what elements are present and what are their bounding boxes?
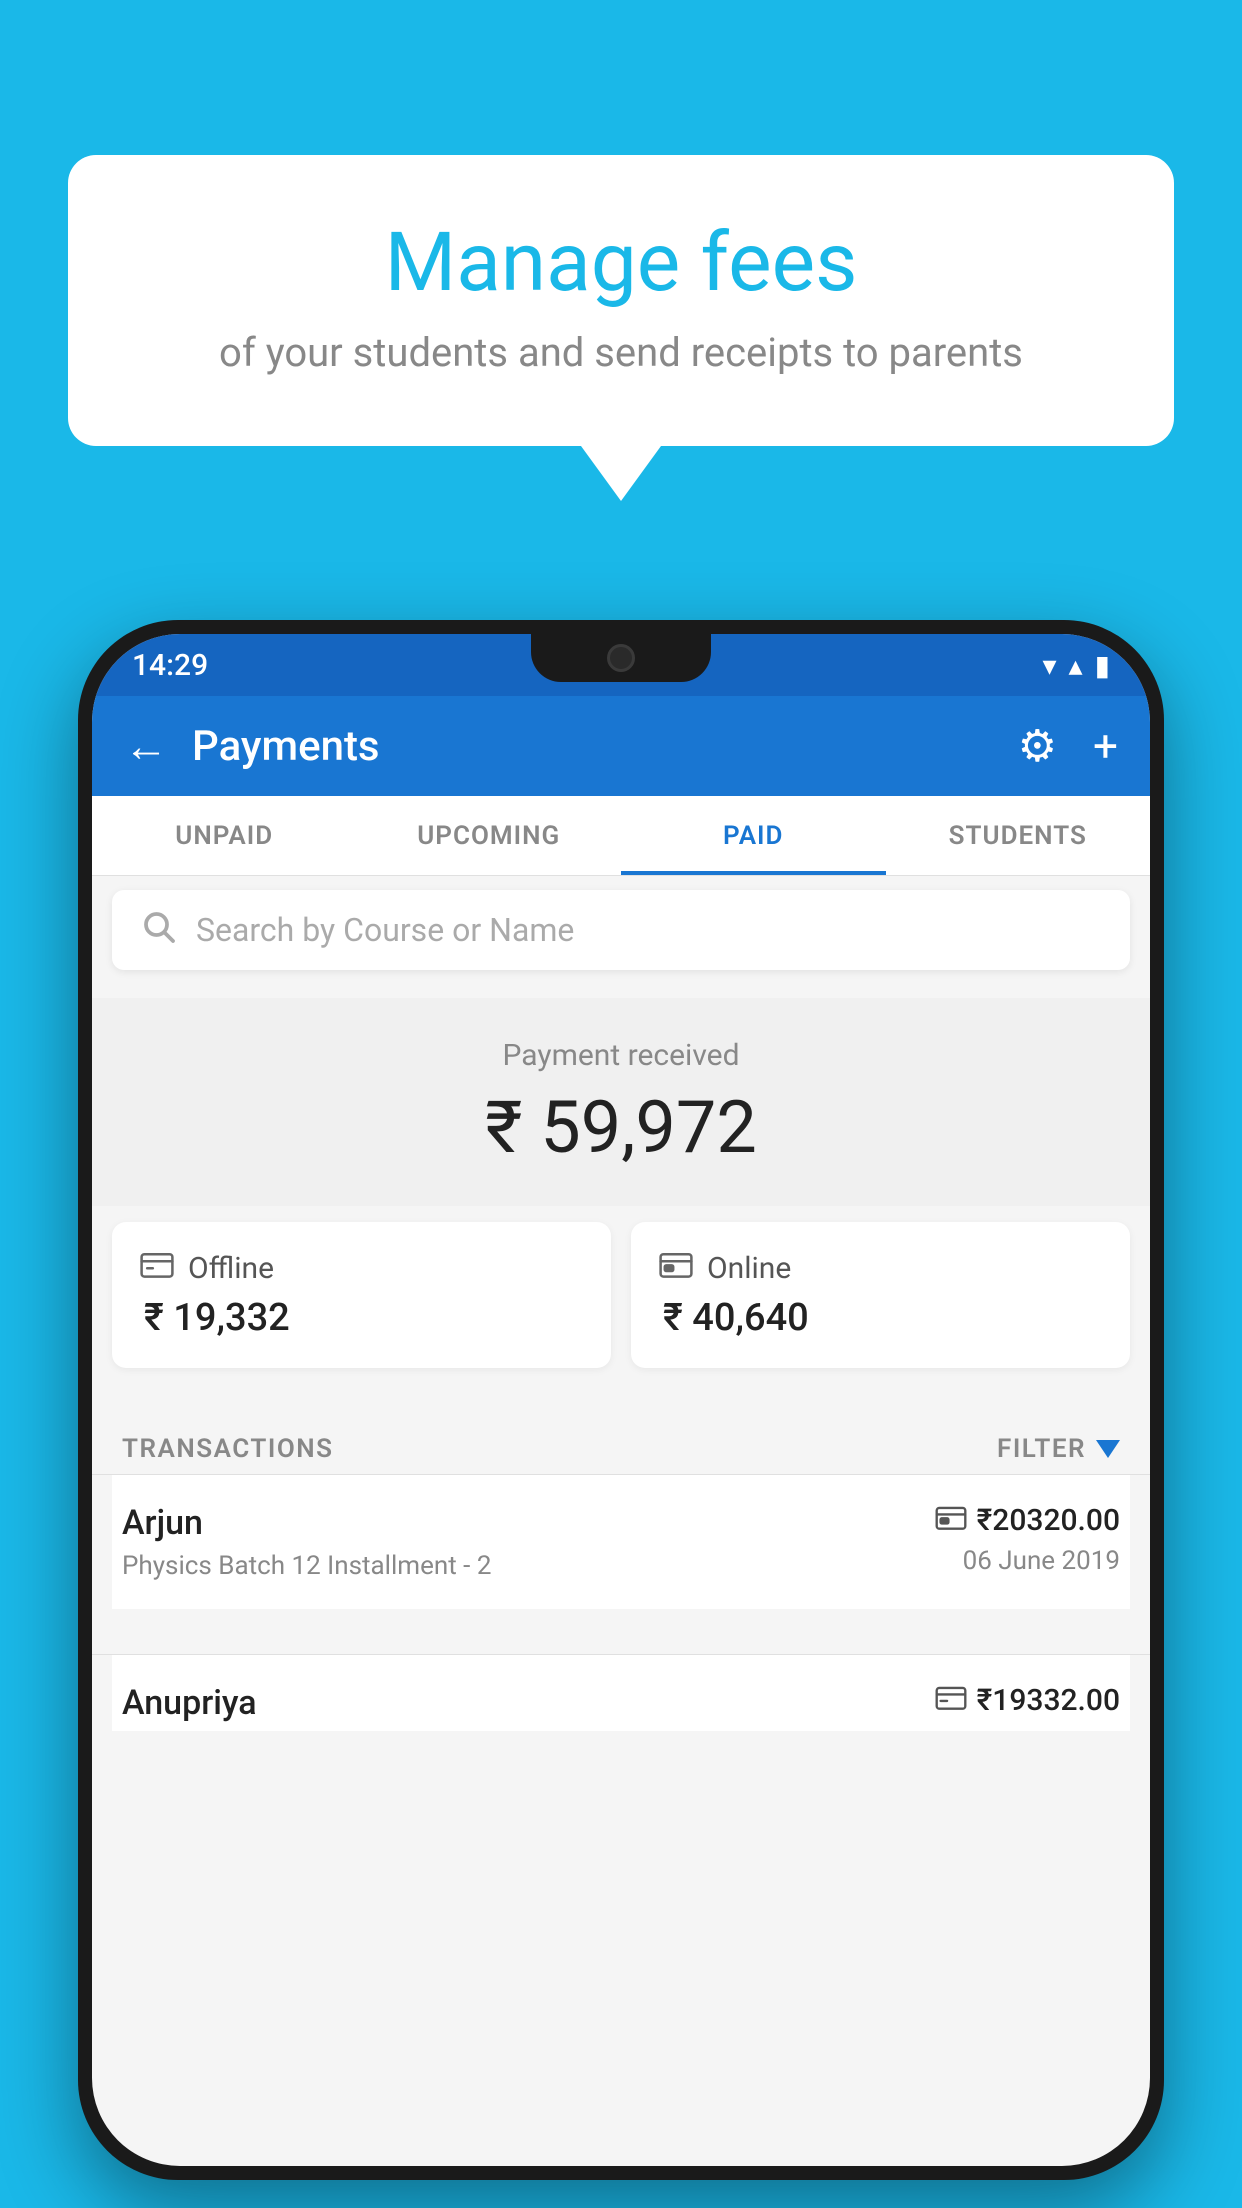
tab-paid[interactable]: PAID: [621, 796, 886, 875]
transaction-anupriya[interactable]: Anupriya ₹19332.00: [112, 1655, 1130, 1731]
back-button[interactable]: ←: [124, 720, 168, 772]
transaction-arjun[interactable]: Arjun Physics Batch 12 Installment - 2: [112, 1475, 1130, 1609]
transactions-label: TRANSACTIONS: [122, 1434, 334, 1464]
plus-icon[interactable]: +: [1093, 720, 1118, 772]
tab-students[interactable]: STUDENTS: [886, 796, 1151, 875]
transaction-anupriya-right: ₹19332.00: [935, 1683, 1120, 1718]
card-online-header: Online: [659, 1250, 1102, 1286]
cards-row: Offline ₹ 19,332: [112, 1222, 1130, 1368]
status-icons: ▾ ▴ ▮: [1042, 649, 1110, 682]
transaction-anupriya-left: Anupriya: [122, 1683, 935, 1731]
battery-icon: ▮: [1095, 649, 1110, 682]
transaction-arjun-name: Arjun: [122, 1503, 935, 1543]
phone-outer: 14:29 ▾ ▴ ▮ ← Payments ⚙ +: [78, 620, 1164, 2180]
app-bar: ← Payments ⚙ +: [92, 696, 1150, 796]
payment-label: Payment received: [92, 1038, 1150, 1073]
card-online-amount: ₹ 40,640: [659, 1296, 1102, 1340]
speech-bubble: Manage fees of your students and send re…: [68, 155, 1174, 446]
search-placeholder: Search by Course or Name: [196, 911, 574, 949]
phone-screen: 14:29 ▾ ▴ ▮ ← Payments ⚙ +: [92, 634, 1150, 2166]
search-icon: [140, 908, 176, 953]
transaction-anupriya-name: Anupriya: [122, 1683, 935, 1723]
card-online: Online ₹ 40,640: [631, 1222, 1130, 1368]
tabs: UNPAID UPCOMING PAID STUDENTS: [92, 796, 1150, 876]
camera: [607, 644, 635, 672]
card-offline: Offline ₹ 19,332: [112, 1222, 611, 1368]
card-offline-header: Offline: [140, 1250, 583, 1286]
wifi-icon: ▾: [1042, 649, 1056, 682]
search-bar[interactable]: Search by Course or Name: [112, 890, 1130, 970]
payment-amount: ₹ 59,972: [92, 1085, 1150, 1170]
speech-bubble-pointer: [581, 446, 661, 501]
notch: [531, 634, 711, 682]
tab-upcoming[interactable]: UPCOMING: [357, 796, 622, 875]
speech-bubble-wrapper: Manage fees of your students and send re…: [68, 155, 1174, 501]
tab-unpaid[interactable]: UNPAID: [92, 796, 357, 875]
transaction-anupriya-amount: ₹19332.00: [935, 1683, 1120, 1718]
filter-button[interactable]: FILTER: [997, 1434, 1120, 1464]
signal-icon: ▴: [1069, 649, 1083, 682]
filter-label: FILTER: [997, 1434, 1086, 1464]
transaction-arjun-left: Arjun Physics Batch 12 Installment - 2: [122, 1503, 935, 1581]
speech-bubble-subtitle: of your students and send receipts to pa…: [148, 329, 1094, 376]
background: Manage fees of your students and send re…: [0, 0, 1242, 2208]
speech-bubble-title: Manage fees: [148, 215, 1094, 311]
card-offline-label: Offline: [188, 1251, 274, 1286]
card-offline-amount: ₹ 19,332: [140, 1296, 583, 1340]
payment-received: Payment received ₹ 59,972: [92, 998, 1150, 1206]
app-bar-actions: ⚙ +: [1018, 720, 1118, 772]
offline-payment-icon: [935, 1683, 967, 1718]
transaction-arjun-date: 06 June 2019: [963, 1546, 1120, 1576]
offline-icon: [140, 1250, 174, 1286]
transaction-arjun-detail: Physics Batch 12 Installment - 2: [122, 1551, 935, 1581]
card-online-label: Online: [707, 1251, 791, 1286]
gear-icon[interactable]: ⚙: [1018, 720, 1057, 772]
online-payment-icon: [935, 1503, 967, 1538]
transaction-arjun-right: ₹20320.00 06 June 2019: [935, 1503, 1120, 1576]
online-icon: [659, 1250, 693, 1286]
transaction-arjun-amount: ₹20320.00: [935, 1503, 1120, 1538]
app-title: Payments: [192, 722, 1018, 771]
filter-icon: [1096, 1440, 1120, 1458]
phone: 14:29 ▾ ▴ ▮ ← Payments ⚙ +: [78, 620, 1164, 2208]
status-time: 14:29: [132, 648, 208, 683]
